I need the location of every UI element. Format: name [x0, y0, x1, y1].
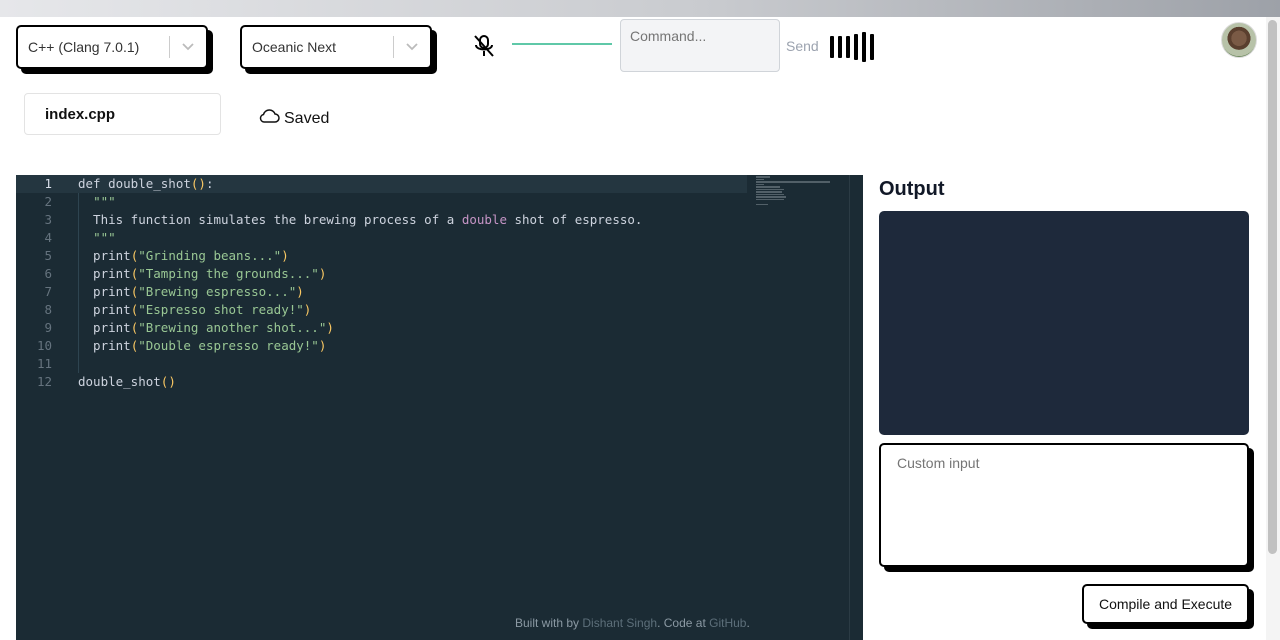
- code-line[interactable]: 11: [16, 355, 746, 373]
- output-title: Output: [879, 178, 945, 200]
- filename-field[interactable]: index.cpp: [24, 93, 221, 135]
- code-text: """: [93, 230, 116, 245]
- line-number: 3: [44, 212, 52, 227]
- code-text: print("Brewing another shot..."): [78, 320, 334, 335]
- code-text: This function simulates the brewing proc…: [78, 212, 643, 227]
- mic-off-icon[interactable]: [472, 33, 496, 59]
- line-number: 9: [44, 320, 52, 335]
- code-line[interactable]: 3 This function simulates the brewing pr…: [16, 211, 746, 229]
- line-number: 8: [44, 302, 52, 317]
- code-text: print("Grinding beans..."): [78, 248, 289, 263]
- theme-select[interactable]: Oceanic Next: [240, 25, 432, 69]
- code-text: print("Espresso shot ready!"): [78, 302, 312, 317]
- line-number: 12: [36, 374, 52, 389]
- output-panel: [879, 211, 1249, 435]
- voice-level-line: [512, 43, 612, 45]
- compile-and-execute-button[interactable]: Compile and Execute: [1082, 584, 1249, 624]
- footer-prefix: Built with by: [515, 616, 583, 630]
- line-number: 7: [44, 284, 52, 299]
- save-status: Saved: [258, 108, 329, 129]
- code-line[interactable]: 9 print("Brewing another shot..."): [16, 319, 746, 337]
- custom-input-field[interactable]: [879, 443, 1249, 567]
- command-input[interactable]: [620, 19, 780, 72]
- code-line[interactable]: 8 print("Espresso shot ready!"): [16, 301, 746, 319]
- code-editor[interactable]: 1 def double_shot(): 2 """ 3 This function …: [16, 175, 863, 640]
- code-line[interactable]: 6 print("Tamping the grounds..."): [16, 265, 746, 283]
- author-link[interactable]: Dishant Singh: [582, 616, 657, 630]
- browser-top-strip: [0, 0, 1280, 17]
- save-status-label: Saved: [284, 109, 330, 127]
- code-text: print("Tamping the grounds..."): [78, 266, 327, 281]
- code-line[interactable]: 10 print("Double espresso ready!"): [16, 337, 746, 355]
- footer-suffix: .: [746, 616, 750, 630]
- code-text: def double_shot():: [78, 176, 214, 191]
- code-line[interactable]: 12 double_shot(): [16, 373, 746, 391]
- code-line[interactable]: 4 """: [16, 229, 746, 247]
- code-text: double_shot(): [78, 374, 176, 389]
- line-number: 10: [36, 338, 52, 353]
- language-select-value: C++ (Clang 7.0.1): [28, 39, 140, 55]
- page-scrollbar-thumb[interactable]: [1268, 20, 1277, 554]
- footer-middle: . Code at: [657, 616, 710, 630]
- code-text: print("Brewing espresso..."): [78, 284, 304, 299]
- editor-minimap[interactable]: [756, 175, 846, 205]
- editor-footer: Built with by Dishant Singh. Code at Git…: [515, 616, 750, 630]
- line-number: 2: [44, 194, 52, 209]
- audio-waveform-icon: [830, 32, 874, 62]
- avatar[interactable]: [1221, 22, 1257, 58]
- code-text: """: [93, 194, 116, 209]
- theme-select-value: Oceanic Next: [252, 39, 337, 55]
- code-line[interactable]: 1 def double_shot():: [16, 175, 747, 193]
- chevron-down-icon[interactable]: [170, 42, 206, 52]
- code-line[interactable]: 7 print("Brewing espresso..."): [16, 283, 746, 301]
- send-button[interactable]: Send: [786, 38, 819, 54]
- line-number: 4: [44, 230, 52, 245]
- line-number: 5: [44, 248, 52, 263]
- line-number: 6: [44, 266, 52, 281]
- line-number: 11: [36, 356, 52, 371]
- github-link[interactable]: GitHub: [709, 616, 746, 630]
- line-number: 1: [44, 176, 52, 191]
- cloud-icon: [258, 108, 280, 129]
- chevron-down-icon[interactable]: [394, 42, 430, 52]
- code-line[interactable]: 5 print("Grinding beans..."): [16, 247, 746, 265]
- editor-scrollbar[interactable]: [849, 175, 863, 640]
- language-select[interactable]: C++ (Clang 7.0.1): [16, 25, 208, 69]
- code-line[interactable]: 2 """: [16, 193, 746, 211]
- code-text: print("Double espresso ready!"): [78, 338, 327, 353]
